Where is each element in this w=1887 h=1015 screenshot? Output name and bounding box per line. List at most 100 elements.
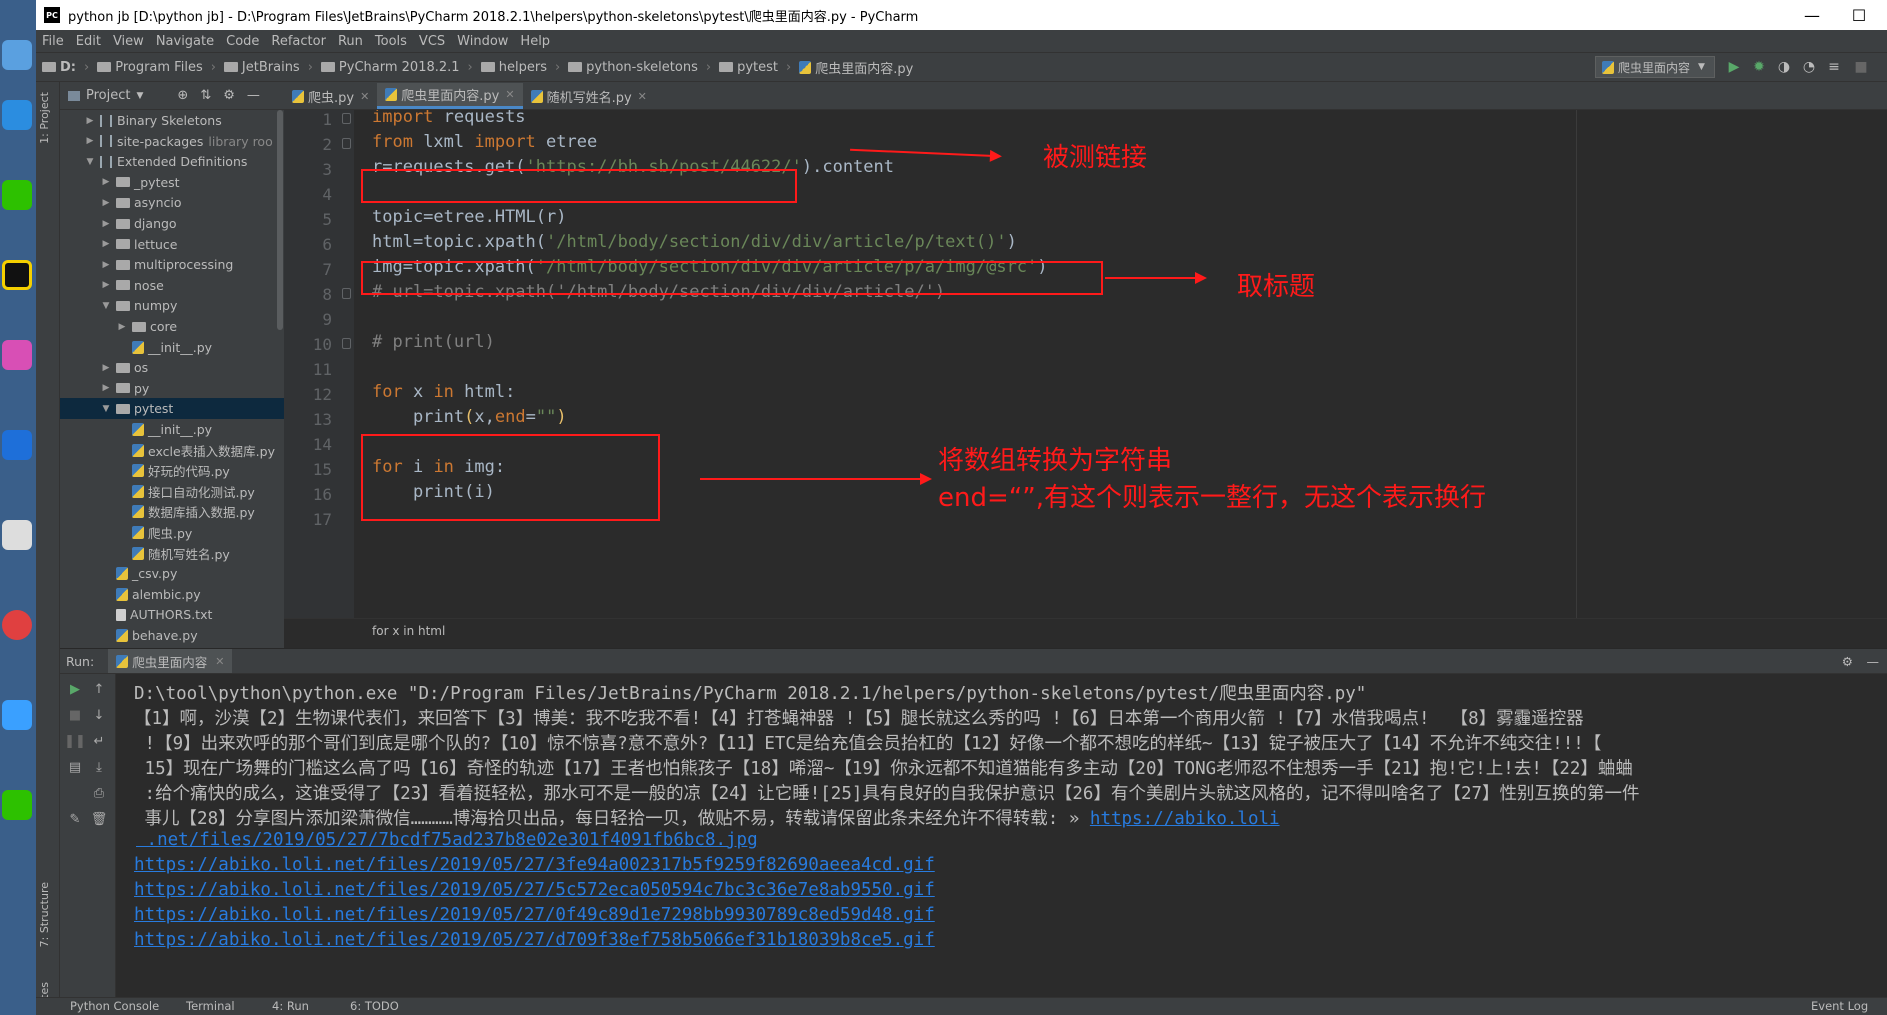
menu-navigate[interactable]: Navigate — [150, 34, 220, 49]
menu-edit[interactable]: Edit — [70, 34, 107, 49]
tree-item[interactable]: ▶ site-packages library roo — [60, 131, 284, 152]
layout-icon[interactable]: ▤ — [64, 756, 86, 778]
fold-marker-icon[interactable] — [342, 138, 351, 149]
editor-tab[interactable]: 爬虫.py ✕ — [284, 83, 377, 109]
tree-item[interactable]: ▶ asyncio — [60, 192, 284, 213]
run-tab[interactable]: 爬虫里面内容 ✕ — [108, 649, 233, 673]
desktop-shortcut-icon[interactable] — [2, 520, 32, 550]
tree-item[interactable]: ▼ Extended Definitions — [60, 151, 284, 172]
pause-icon[interactable]: ❚❚ — [64, 730, 86, 752]
menu-view[interactable]: View — [107, 34, 150, 49]
tree-item[interactable]: ▶ py — [60, 378, 284, 399]
menu-help[interactable]: Help — [514, 34, 556, 49]
tree-item[interactable]: alembic.py — [60, 584, 284, 605]
terminal-tab[interactable]: Terminal — [186, 999, 235, 1013]
debug-icon[interactable]: ✹ — [1750, 58, 1768, 76]
console-link[interactable]: https://abiko.loli.net/files/2019/05/27/… — [134, 905, 935, 925]
collapse-arrow-icon[interactable]: ▶ — [116, 322, 128, 332]
tree-item[interactable]: ▶ Binary Skeletons — [60, 110, 284, 131]
scroll-to-end-icon[interactable]: ⤓ — [88, 756, 110, 778]
tree-item[interactable]: 爬虫.py — [60, 522, 284, 543]
desktop-shortcut-icon[interactable] — [2, 700, 32, 730]
collapse-arrow-icon[interactable]: ▶ — [100, 363, 112, 373]
close-icon[interactable]: ✕ — [360, 90, 369, 103]
editor-tab[interactable]: 爬虫里面内容.py ✕ — [377, 83, 523, 109]
collapse-arrow-icon[interactable]: ▶ — [100, 280, 112, 290]
event-log-tab[interactable]: Event Log — [1811, 999, 1868, 1013]
desktop-shortcut-icon[interactable] — [2, 40, 32, 70]
close-icon[interactable]: ✕ — [638, 90, 647, 103]
run-configuration-select[interactable]: 爬虫里面内容 ▼ — [1595, 56, 1715, 78]
clear-icon[interactable]: 🗑 — [88, 808, 110, 830]
breadcrumb-item[interactable]: Program Files — [97, 60, 203, 75]
menu-file[interactable]: File — [36, 34, 70, 49]
tree-item[interactable]: 数据库插入数据.py — [60, 501, 284, 522]
qq-icon[interactable] — [2, 260, 32, 290]
menu-code[interactable]: Code — [220, 34, 265, 49]
rerun-icon[interactable]: ▶ — [64, 678, 86, 700]
console-link[interactable]: https://abiko.loli — [1090, 809, 1280, 829]
menu-vcs[interactable]: VCS — [413, 34, 451, 49]
breadcrumb-item[interactable]: 爬虫里面内容.py — [799, 58, 913, 77]
console-link[interactable]: https://abiko.loli.net/files/2019/05/27/… — [134, 930, 935, 950]
soft-wrap-icon[interactable]: ↵ — [88, 730, 110, 752]
close-button[interactable]: ✕ — [1881, 0, 1887, 30]
stop-icon[interactable]: ■ — [1852, 58, 1870, 76]
pin-icon[interactable]: ✎ — [64, 808, 86, 830]
tree-item[interactable]: behave.py — [60, 625, 284, 646]
project-tool-tab[interactable]: 1: Project — [38, 92, 58, 144]
gear-icon[interactable]: ⚙ — [1842, 654, 1853, 669]
tree-item[interactable]: ▼ numpy — [60, 295, 284, 316]
fold-marker-icon[interactable] — [342, 288, 351, 299]
run-console[interactable]: D:\tool\python\python.exe "D:/Program Fi… — [116, 674, 1880, 997]
concurrency-icon[interactable]: ≡ — [1825, 58, 1843, 76]
expand-arrow-icon[interactable]: ▼ — [100, 301, 112, 311]
editor-breadcrumb-label[interactable]: for x in html — [372, 624, 445, 638]
tree-item[interactable]: __init__.py — [60, 337, 284, 358]
maximize-button[interactable]: ☐ — [1836, 0, 1882, 30]
breadcrumb-item[interactable]: helpers — [480, 60, 547, 75]
menu-window[interactable]: Window — [451, 34, 514, 49]
console-link[interactable]: .net/files/2019/05/27/7bcdf75ad237b8e02e… — [136, 830, 758, 850]
tree-item[interactable]: excle表插入数据库.py — [60, 440, 284, 461]
collapse-arrow-icon[interactable]: ▶ — [100, 239, 112, 249]
tree-item[interactable]: 好玩的代码.py — [60, 460, 284, 481]
structure-tool-tab[interactable]: 7: Structure — [38, 882, 58, 947]
target-icon[interactable]: ⊕ — [177, 88, 188, 103]
menu-run[interactable]: Run — [332, 34, 369, 49]
expand-arrow-icon[interactable]: ▼ — [100, 404, 112, 414]
close-icon[interactable]: ✕ — [505, 88, 514, 101]
tree-item[interactable]: ▶ os — [60, 357, 284, 378]
collapse-arrow-icon[interactable]: ▶ — [84, 136, 96, 146]
editor-tab[interactable]: 随机写姓名.py ✕ — [523, 83, 655, 109]
desktop-shortcut-icon[interactable] — [2, 790, 32, 820]
tree-item[interactable]: 接口自动化测试.py — [60, 481, 284, 502]
minimize-button[interactable]: — — [1789, 0, 1835, 30]
coverage-icon[interactable]: ◑ — [1775, 58, 1793, 76]
tree-item[interactable]: __init__.py — [60, 419, 284, 440]
tree-item[interactable]: ▼ pytest — [60, 398, 284, 420]
scroll-down-icon[interactable]: ↓ — [88, 704, 110, 726]
expand-arrow-icon[interactable]: ▼ — [84, 157, 96, 167]
tree-scrollbar[interactable] — [277, 110, 283, 330]
collapse-arrow-icon[interactable]: ▶ — [100, 177, 112, 187]
breadcrumb-item[interactable]: PyCharm 2018.2.1 — [320, 60, 460, 75]
python-console-tab[interactable]: Python Console — [70, 999, 159, 1013]
todo-tab[interactable]: 6: TODO — [350, 999, 399, 1013]
tree-item[interactable]: ▶ core — [60, 316, 284, 337]
tree-item[interactable]: ▶ multiprocessing — [60, 254, 284, 275]
desktop-shortcut-icon[interactable] — [2, 430, 32, 460]
hide-icon[interactable]: — — [1867, 654, 1880, 669]
close-icon[interactable]: ✕ — [215, 655, 224, 668]
tree-item[interactable]: ▶ _pytest — [60, 172, 284, 193]
desktop-shortcut-icon[interactable] — [2, 100, 32, 130]
collapse-arrow-icon[interactable]: ▶ — [100, 383, 112, 393]
tree-item[interactable]: ▶ django — [60, 213, 284, 234]
collapse-arrow-icon[interactable]: ▶ — [84, 116, 96, 126]
tree-item[interactable]: ▶ nose — [60, 275, 284, 296]
chrome-icon[interactable] — [2, 610, 32, 640]
collapse-arrow-icon[interactable]: ▶ — [100, 219, 112, 229]
breadcrumb-item[interactable]: python-skeletons — [568, 60, 698, 75]
gear-icon[interactable]: ⚙ — [223, 88, 235, 103]
tree-item[interactable]: ▶ lettuce — [60, 234, 284, 255]
